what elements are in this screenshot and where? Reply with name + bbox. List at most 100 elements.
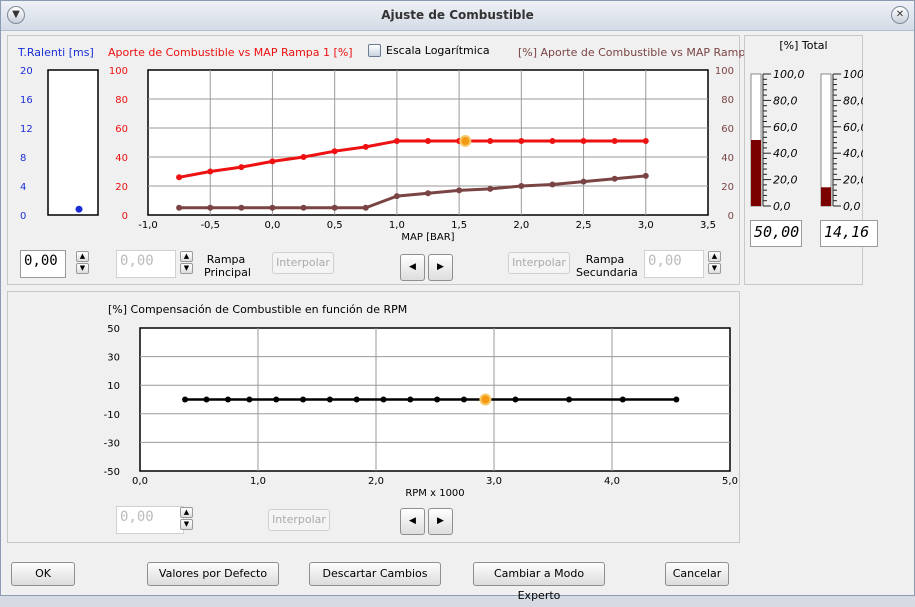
rpm-compensation-chart[interactable]: 0,0 1,0 2,0 3,0 4,0 5,0 50 30 10 -10 -30 -50 RPM x 1…: [98, 318, 738, 498]
series-point: [611, 138, 618, 145]
y2-tick-label: 0: [728, 211, 734, 222]
series-point: [642, 172, 649, 179]
ramp1-stepper[interactable]: ▲ ▼: [180, 251, 193, 275]
down-icon[interactable]: ▼: [708, 263, 721, 274]
x-tick-label: 5,0: [722, 476, 738, 487]
arrow-left-icon: ◀: [409, 262, 416, 272]
gauge-tick-label: 80,0: [773, 94, 798, 107]
x-tick-label: 2,0: [368, 476, 384, 487]
y-tick-label: 80: [115, 95, 128, 106]
series-point: [425, 138, 431, 145]
series-point: [331, 204, 338, 211]
up-icon[interactable]: ▲: [76, 251, 89, 262]
prev-point-button[interactable]: ◀: [400, 254, 425, 281]
discard-button[interactable]: Descartar Cambios: [309, 562, 441, 586]
up-icon[interactable]: ▲: [180, 251, 193, 262]
series-point: [176, 204, 183, 211]
y-tick-label: 100: [109, 66, 128, 77]
rpm-value-input[interactable]: 0,00: [116, 506, 184, 534]
idle-stepper[interactable]: ▲ ▼: [76, 251, 89, 275]
ramp2-value-input[interactable]: 0,00: [644, 250, 704, 278]
arrow-right-icon: ▶: [437, 516, 444, 526]
rpm-prev-point-button[interactable]: ◀: [400, 508, 425, 535]
x-tick-label: 3,0: [638, 220, 654, 231]
ramp1-label-1: Rampa: [206, 253, 246, 266]
series-point: [580, 138, 587, 145]
series-point: [487, 138, 494, 145]
series-point: [182, 396, 189, 403]
series-point: [425, 190, 431, 197]
y-tick-label: -10: [104, 410, 120, 421]
x-axis-label: RPM x 1000: [405, 488, 464, 498]
down-icon[interactable]: ▼: [76, 263, 89, 274]
series-point: [273, 396, 280, 403]
up-icon[interactable]: ▲: [708, 251, 721, 262]
down-icon[interactable]: ▼: [180, 519, 193, 530]
idle-value-point: [75, 205, 83, 213]
gauge-tick-label: 0,0: [843, 200, 861, 213]
x-tick-label: 1,0: [389, 220, 405, 231]
gauge-tick-label: 100,0: [773, 68, 805, 81]
series-point: [580, 178, 587, 185]
ramp1-value-input[interactable]: 0,00: [116, 250, 176, 278]
series-point: [393, 193, 400, 200]
defaults-button[interactable]: Valores por Defecto: [147, 562, 279, 586]
idle-tick-label: 4: [20, 182, 26, 193]
series-point: [549, 181, 556, 188]
cancel-button[interactable]: Cancelar: [665, 562, 729, 586]
series-point: [207, 204, 214, 211]
series-point: [238, 204, 245, 211]
total-value-1: 50,00: [750, 220, 802, 247]
interpolate-rpm-button[interactable]: Interpolar: [268, 509, 330, 531]
up-icon[interactable]: ▲: [180, 507, 193, 518]
x-tick-label: 2,0: [513, 220, 529, 231]
y2-tick-label: 20: [721, 182, 734, 193]
series-point: [207, 168, 214, 175]
series-point: [407, 396, 414, 403]
arrow-right-icon: ▶: [437, 262, 444, 272]
down-icon[interactable]: ▼: [180, 263, 193, 274]
title-bar: ▼ Ajuste de Combustible ✕: [1, 1, 914, 31]
series-point: [326, 396, 333, 403]
series-point: [176, 174, 183, 181]
expert-mode-button[interactable]: Cambiar a Modo Experto: [473, 562, 605, 602]
ok-button[interactable]: OK: [11, 562, 75, 586]
gauge-tick-label: 40,0: [843, 147, 863, 160]
series-point: [549, 138, 556, 145]
y2-tick-label: 40: [721, 153, 734, 164]
ramp2-label-1: Rampa: [585, 253, 625, 266]
selected-point-marker: [479, 393, 492, 406]
idle-value-input[interactable]: 0,00: [20, 250, 66, 278]
interpolate-ramp1-button[interactable]: Interpolar: [272, 252, 334, 274]
x-tick-label: 2,5: [576, 220, 592, 231]
gauge-track: [820, 73, 832, 207]
series-point: [331, 148, 338, 155]
x-tick-label: 1,5: [451, 220, 467, 231]
log-scale-checkbox[interactable]: [368, 44, 381, 57]
rpm-next-point-button[interactable]: ▶: [428, 508, 453, 535]
series-point: [434, 396, 441, 403]
series-point: [460, 396, 467, 403]
x-tick-label: 4,0: [604, 476, 620, 487]
series-point: [246, 396, 253, 403]
gauge-tick-label: 60,0: [843, 121, 863, 134]
series-point: [362, 143, 369, 150]
total-gauges: 100,0 80,0 60,0 40,0 20,0 0,0 100,0 80,0 60,0 40,…: [750, 68, 863, 213]
series-point: [611, 175, 618, 182]
gauge-fill: [751, 140, 761, 206]
series-point: [380, 396, 387, 403]
gauge-tick-label: 20,0: [843, 174, 863, 187]
interpolate-ramp2-button[interactable]: Interpolar: [508, 252, 570, 274]
y-tick-label: 30: [107, 353, 120, 364]
series-point: [300, 154, 307, 160]
ramp2-stepper[interactable]: ▲ ▼: [708, 251, 721, 275]
rpm-stepper[interactable]: ▲ ▼: [180, 507, 193, 531]
close-button[interactable]: ✕: [891, 6, 909, 24]
map-fuel-chart[interactable]: -1,0 -0,5 0,0 0,5 1,0 1,5 2,0 2,5 3,0 3,5 100 100 80…: [98, 62, 738, 252]
idle-tick-label: 16: [20, 95, 33, 106]
total-panel: [%] Total 100,0 80,0 60,0 40,0 20,0 0,0 100,0 8…: [744, 35, 878, 285]
ramp1-label-2: Principal: [204, 266, 251, 279]
series-point: [300, 396, 307, 403]
next-point-button[interactable]: ▶: [428, 254, 453, 281]
idle-tick-label: 8: [20, 153, 26, 164]
